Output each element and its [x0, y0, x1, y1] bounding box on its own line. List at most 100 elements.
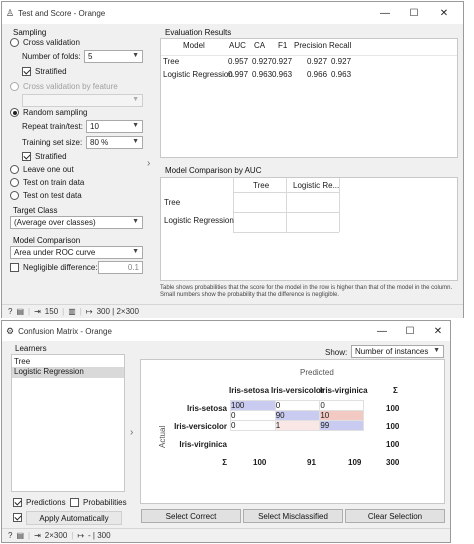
collapse-arrow-icon[interactable]: › — [130, 427, 133, 438]
chevron-down-icon: ▼ — [433, 347, 440, 354]
column-header: Σ — [393, 386, 398, 395]
predictions-checkbox[interactable]: Predictions — [13, 498, 66, 507]
report-icon[interactable]: ▤ — [16, 307, 24, 316]
collapse-arrow-icon[interactable]: › — [147, 158, 150, 169]
column-header[interactable]: Precision — [294, 41, 327, 50]
predicted-label: Predicted — [300, 368, 334, 377]
help-icon[interactable]: ? — [8, 531, 12, 540]
training-size-label: Training set size: — [22, 138, 83, 147]
cv-by-feature-option[interactable]: Cross validation by feature — [10, 82, 118, 91]
table-row[interactable]: Tree 0.957 0.927 0.927 0.927 0.927 — [161, 55, 457, 67]
auto-apply-checkbox[interactable] — [13, 513, 22, 522]
clear-selection-button[interactable]: Clear Selection — [345, 509, 445, 523]
maximize-button[interactable]: ☐ — [396, 321, 424, 341]
row-header: Tree — [164, 198, 181, 207]
column-sum: 109 — [348, 458, 362, 467]
leave-one-out-option[interactable]: Leave one out — [10, 165, 74, 174]
close-button[interactable]: ✕ — [430, 2, 458, 24]
stratified-checkbox-2[interactable]: Stratified — [22, 152, 67, 161]
column-header[interactable]: Recall — [329, 41, 351, 50]
column-header[interactable]: AUC — [229, 41, 246, 50]
table-row[interactable]: Logistic Regression 0.997 0.963 0.963 0.… — [161, 69, 457, 81]
close-button[interactable]: ✕ — [424, 321, 452, 341]
input-count: 2×300 — [44, 531, 68, 540]
repeat-select[interactable]: 10 ▼ — [86, 120, 143, 133]
matrix-cell[interactable]: 100 — [230, 400, 276, 411]
matrix-cell[interactable]: 0 — [274, 400, 321, 411]
maximize-button[interactable]: ☐ — [400, 2, 428, 24]
feature-select[interactable]: ▼ — [22, 94, 143, 107]
confusion-matrix-window: ⚙ Confusion Matrix - Orange — ☐ ✕ Learne… — [1, 320, 451, 543]
input-icon: ⇥ — [34, 531, 41, 540]
row-sum: 100 — [386, 404, 400, 413]
confusion-matrix: Predicted Actual Iris-setosa Iris-versic… — [140, 359, 445, 504]
target-class-title: Target Class — [13, 206, 58, 215]
list-item[interactable]: Tree — [14, 357, 30, 366]
apply-button[interactable]: Apply Automatically — [26, 511, 122, 525]
checkbox-icon — [13, 498, 22, 507]
cross-validation-option[interactable]: Cross validation — [10, 38, 80, 47]
folds-label: Number of folds: — [22, 52, 81, 61]
matrix-cell[interactable]: 0 — [230, 410, 276, 421]
negligible-input[interactable]: 0.1 — [98, 261, 143, 274]
test-on-test-option[interactable]: Test on test data — [10, 191, 82, 200]
show-select[interactable]: Number of instances ▼ — [351, 345, 444, 358]
chevron-down-icon: ▼ — [132, 96, 139, 103]
output-count: 300 | 2×300 — [96, 307, 139, 316]
test-and-score-window: ♙ Test and Score - Orange — ☐ ✕ Sampling… — [1, 1, 464, 318]
app-icon: ♙ — [6, 7, 15, 18]
model-comparison-select[interactable]: Area under ROC curve ▼ — [10, 246, 143, 259]
minimize-button[interactable]: — — [368, 321, 396, 341]
footnote: Table shows probabilities that the score… — [160, 285, 453, 298]
input-count: 150 — [44, 307, 59, 316]
matrix-grid: 100 0 0 0 90 10 0 1 99 — [230, 400, 364, 431]
model-comparison-title: Model Comparison — [13, 236, 81, 245]
probabilities-checkbox[interactable]: Probabilities — [70, 498, 127, 507]
output-count: - | 300 — [88, 531, 111, 540]
input-icon: ⇥ — [34, 307, 41, 316]
radio-icon — [10, 108, 19, 117]
matrix-cell[interactable]: 0 — [230, 420, 276, 431]
select-correct-button[interactable]: Select Correct — [141, 509, 241, 523]
radio-icon — [10, 178, 19, 187]
app-icon: ⚙ — [6, 325, 15, 336]
sampling-title: Sampling — [13, 28, 47, 37]
column-header[interactable]: Logistic Re... — [293, 181, 339, 190]
matrix-cell[interactable]: 99 — [319, 420, 364, 431]
learners-title: Learners — [15, 344, 47, 353]
row-header: Iris-versicolor — [174, 422, 227, 431]
list-item[interactable]: Logistic Regression — [12, 367, 124, 378]
matrix-cell[interactable]: 10 — [319, 410, 364, 421]
evaluation-results-table: Model AUC CA F1 Precision Recall Tree 0.… — [160, 38, 458, 158]
target-class-select[interactable]: (Average over classes) ▼ — [10, 216, 143, 229]
matrix-cell[interactable]: 90 — [274, 410, 321, 421]
chevron-down-icon: ▼ — [132, 138, 139, 145]
row-header: Logistic Regression — [164, 216, 234, 225]
test-on-train-option[interactable]: Test on train data — [10, 178, 84, 187]
column-sum: 100 — [253, 458, 267, 467]
negligible-checkbox[interactable]: Negligible difference: — [10, 263, 98, 272]
status-separator: | — [79, 307, 82, 316]
column-header[interactable]: CA — [254, 41, 265, 50]
window-title: Confusion Matrix - Orange — [18, 326, 112, 336]
minimize-button[interactable]: — — [371, 2, 399, 24]
checkbox-icon — [22, 152, 31, 161]
folds-select[interactable]: 5 ▼ — [84, 50, 143, 63]
column-header: Iris-versicolor — [271, 386, 324, 395]
random-sampling-option[interactable]: Random sampling — [10, 108, 87, 117]
column-header[interactable]: Tree — [253, 181, 269, 190]
checkbox-icon — [13, 513, 22, 522]
help-icon[interactable]: ? — [8, 307, 12, 316]
status-bar: ? ▤ | ⇥ 150 | ▥ | ↦ 300 | 2×300 — [2, 304, 463, 318]
report-icon[interactable]: ▤ — [16, 531, 24, 540]
matrix-cell[interactable]: 1 — [274, 420, 321, 431]
radio-icon — [10, 82, 19, 91]
data-icon: ▥ — [68, 307, 76, 316]
column-header[interactable]: Model — [183, 41, 205, 50]
matrix-cell[interactable]: 0 — [319, 400, 364, 411]
training-size-select[interactable]: 80 % ▼ — [86, 136, 143, 149]
stratified-checkbox[interactable]: Stratified — [22, 67, 67, 76]
learners-list[interactable]: Tree Logistic Regression — [11, 354, 125, 492]
select-misclassified-button[interactable]: Select Misclassified — [243, 509, 343, 523]
column-header[interactable]: F1 — [278, 41, 287, 50]
